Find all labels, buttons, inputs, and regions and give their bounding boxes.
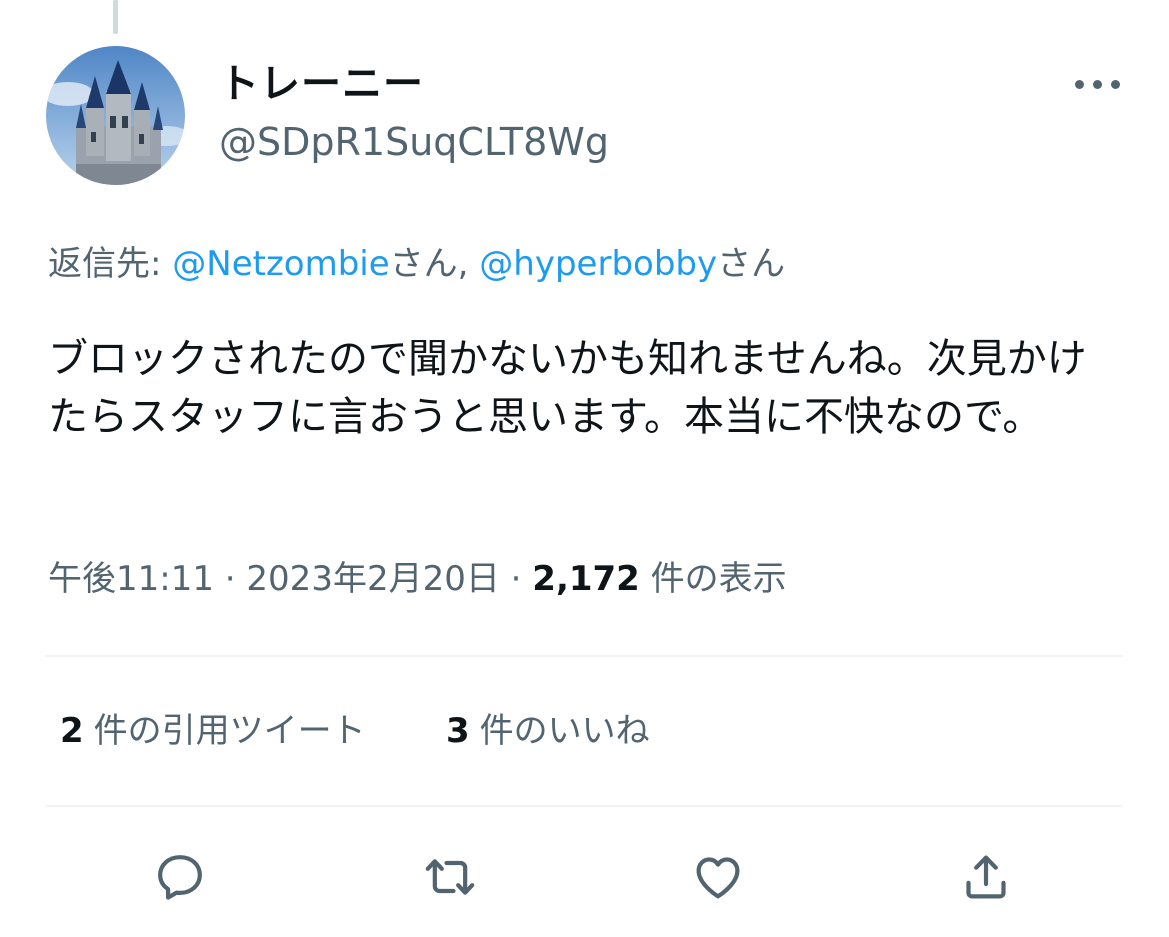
mention-link[interactable]: @hyperbobby bbox=[479, 244, 717, 284]
divider bbox=[46, 655, 1122, 657]
tweet-time[interactable]: 午後11:11 bbox=[48, 559, 214, 599]
quotes-count: 2 bbox=[60, 711, 84, 751]
views-label: 件の表示 bbox=[639, 559, 787, 599]
reply-icon bbox=[158, 855, 202, 900]
retweet-icon bbox=[425, 859, 475, 895]
views-count: 2,172 bbox=[532, 559, 640, 599]
mention-suffix: さん bbox=[717, 244, 786, 284]
divider bbox=[46, 805, 1122, 807]
more-dots-icon bbox=[1111, 80, 1120, 89]
more-options-button[interactable] bbox=[1070, 62, 1126, 106]
reply-to-line: 返信先: @Netzombieさん, @hyperbobbyさん bbox=[48, 240, 785, 288]
quotes-label: 件の引用ツイート bbox=[93, 711, 366, 751]
tweet-meta: 午後11:11 · 2023年2月20日 · 2,172 件の表示 bbox=[48, 555, 787, 603]
likes-count: 3 bbox=[446, 711, 470, 751]
share-icon bbox=[966, 855, 1006, 899]
avatar[interactable] bbox=[46, 46, 185, 185]
meta-separator: · bbox=[499, 559, 533, 599]
likes-stat[interactable]: 3 件のいいね bbox=[446, 707, 650, 755]
castle-avatar-image bbox=[46, 46, 185, 185]
meta-separator: · bbox=[213, 559, 247, 599]
tweet-text: ブロックされたので聞かないかも知れませんね。次見かけたらスタッフに言おうと思いま… bbox=[48, 336, 1087, 440]
retweet-button[interactable] bbox=[418, 845, 482, 909]
author-handle[interactable]: @SDpR1SuqCLT8Wg bbox=[219, 117, 609, 167]
reply-to-prefix: 返信先: bbox=[48, 244, 173, 284]
more-dots-icon bbox=[1093, 80, 1102, 89]
mention-link[interactable]: @Netzombie bbox=[172, 244, 389, 284]
more-dots-icon bbox=[1075, 80, 1084, 89]
share-button[interactable] bbox=[954, 845, 1018, 909]
author-display-name[interactable]: トレーニー bbox=[219, 58, 424, 110]
quote-tweets-stat[interactable]: 2 件の引用ツイート bbox=[60, 707, 366, 755]
tweet-date[interactable]: 2023年2月20日 bbox=[246, 559, 499, 599]
like-icon bbox=[696, 857, 740, 899]
likes-label: 件のいいね bbox=[479, 711, 650, 751]
like-button[interactable] bbox=[686, 845, 750, 909]
mention-suffix: さん, bbox=[389, 244, 480, 284]
thread-connector-line bbox=[113, 0, 118, 34]
reply-button[interactable] bbox=[148, 845, 212, 909]
